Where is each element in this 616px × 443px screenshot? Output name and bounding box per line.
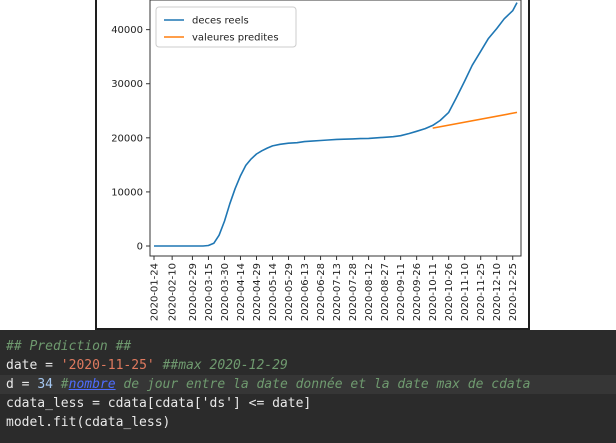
x-tick-label: 2020-05-29 — [284, 263, 295, 321]
y-tick-label: 30000 — [111, 79, 143, 90]
code-line-4[interactable]: cdata_less = cdata[cdata['ds'] <= date] — [0, 394, 616, 413]
code-line-1[interactable]: ## Prediction ## — [0, 337, 616, 356]
x-tick-label: 2020-11-10 — [460, 263, 471, 321]
comment-text: ##max 2020-12-29 — [154, 358, 288, 373]
x-tick-label: 2020-11-25 — [476, 263, 487, 321]
x-tick-label: 2020-04-29 — [252, 263, 263, 321]
y-tick-label: 40000 — [111, 25, 143, 36]
y-tick-label: 0 — [137, 242, 143, 253]
comment-link[interactable]: nombre — [69, 377, 116, 392]
x-tick-label: 2020-09-26 — [412, 263, 423, 321]
code-line-3[interactable]: d = 34 #nombre de jour entre la date don… — [0, 375, 616, 394]
x-tick-label: 2020-02-10 — [168, 263, 179, 321]
code-text: cdata_less = cdata[cdata['ds'] <= date] — [6, 396, 312, 411]
code-text: model.fit(cdata_less) — [6, 415, 171, 430]
comment-text: # — [52, 377, 69, 392]
x-tick-label: 2020-04-14 — [236, 263, 247, 321]
string-literal: '2020-11-25' — [60, 358, 155, 373]
code-line-2[interactable]: date = '2020-11-25' ##max 2020-12-29 — [0, 356, 616, 375]
code-line-5[interactable]: model.fit(cdata_less) — [0, 413, 616, 432]
x-tick-label: 2020-12-10 — [492, 263, 503, 321]
legend-label: deces reels — [192, 16, 249, 27]
x-tick-label: 2020-09-11 — [396, 263, 407, 321]
chart-output: 0 10000 20000 30000 40000 2020-01-24 2020-02-1… — [95, 0, 530, 330]
x-tick-label: 2020-02-29 — [188, 263, 199, 321]
x-tick-label: 2020-10-26 — [444, 263, 455, 321]
x-tick-label: 2020-07-28 — [348, 263, 359, 321]
legend-label: valeures predites — [192, 33, 279, 44]
code-text: date = — [6, 358, 61, 373]
x-tick-label: 2020-10-11 — [428, 263, 439, 321]
x-tick-label: 2020-07-13 — [332, 263, 343, 321]
x-tick-label: 2020-05-14 — [268, 263, 279, 321]
x-tick-label: 2020-03-30 — [220, 263, 231, 321]
comment-text: de jour entre la date donnée et la date … — [115, 377, 531, 392]
number-literal: 34 — [37, 377, 53, 392]
x-tick-label: 2020-08-12 — [364, 263, 375, 321]
x-tick-label: 2020-01-24 — [150, 263, 161, 321]
comment-text: ## Prediction ## — [6, 339, 132, 354]
code-editor[interactable]: ## Prediction ## date = '2020-11-25' ##m… — [0, 330, 616, 443]
x-tick-label: 2020-06-28 — [316, 263, 327, 321]
x-tick-label: 2020-12-25 — [508, 263, 519, 321]
x-tick-label: 2020-06-13 — [300, 263, 311, 321]
x-tick-label: 2020-03-15 — [204, 263, 215, 321]
x-tick-label: 2020-08-27 — [380, 263, 391, 321]
y-tick-label: 10000 — [111, 187, 143, 198]
y-tick-label: 20000 — [111, 133, 143, 144]
line-chart: 0 10000 20000 30000 40000 2020-01-24 2020-02-1… — [111, 0, 522, 321]
code-text: d = — [6, 377, 38, 392]
